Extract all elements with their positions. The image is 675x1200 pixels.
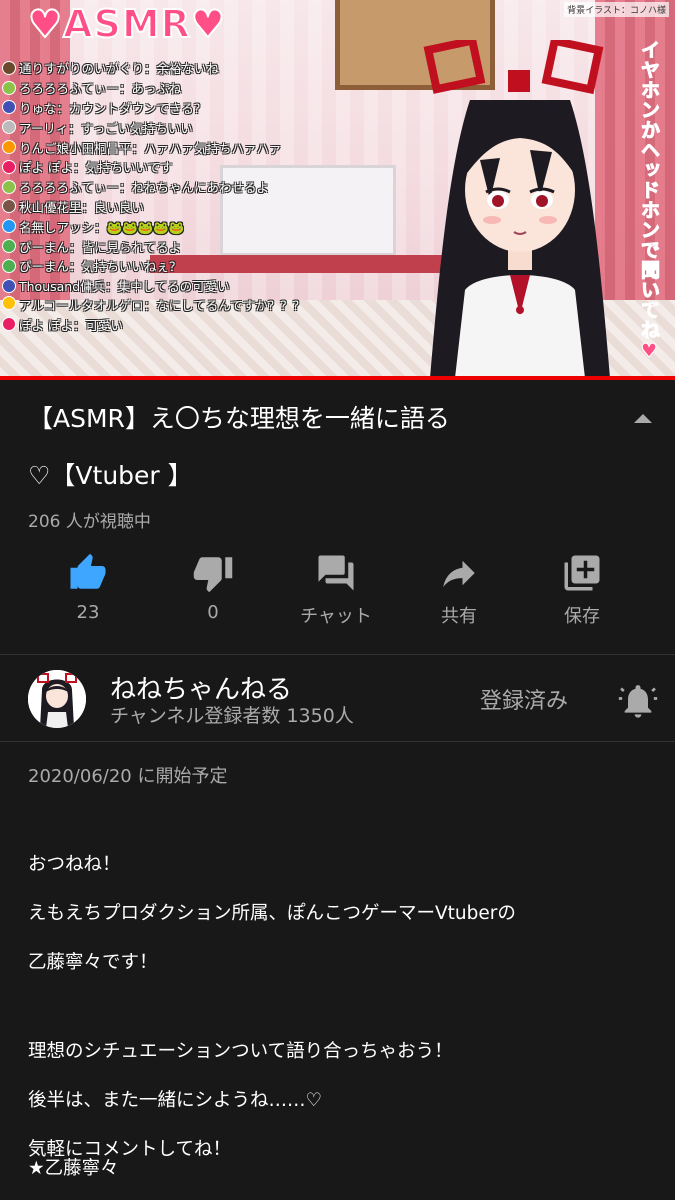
save-button[interactable]: 保存 (532, 552, 632, 632)
chat-user-avatar-icon (2, 120, 16, 135)
chat-message-text: 通りすがりのいがぐり：余裕ないね (19, 61, 220, 77)
app-screen: ♥ASMR♥ 背景イラスト：コノハ様 イヤホンかヘッドホンで聞いてね♥ 通りすが… (0, 0, 675, 1200)
video-description: 2020/06/20 に開始予定 おつねね！ えもえちプロダクション所属、ぽんこ… (28, 762, 648, 1200)
channel-row[interactable]: ねねちゃんねる チャンネル登録者数 1350人 登録済み (0, 655, 675, 741)
playlist-add-icon (564, 555, 600, 591)
share-label: 共有 (441, 606, 477, 627)
description-signature: ★乙藤寧々 (28, 1158, 119, 1179)
description-line: 乙藤寧々です！ (28, 952, 158, 973)
chat-message: ろろろろふてぃー：あっぷね (2, 78, 402, 98)
chat-button[interactable]: チャット (286, 552, 386, 632)
vtuber-avatar-image (410, 40, 630, 378)
viewer-count: 206 人が視聴中 (28, 512, 151, 532)
collapse-description-icon[interactable] (634, 414, 652, 423)
chat-user-avatar-icon (2, 199, 16, 214)
chat-message-text: りんご娘小田桐昌平：ハァハァ気持ちハァハァ (19, 140, 282, 156)
chat-message: Thousand傭兵：集中してるの可愛い (2, 276, 402, 296)
background-credit: 背景イラスト：コノハ様 (564, 2, 669, 17)
video-player[interactable]: ♥ASMR♥ 背景イラスト：コノハ様 イヤホンかヘッドホンで聞いてね♥ 通りすが… (0, 0, 675, 378)
description-line: 気軽にコメントしてね！ (28, 1139, 231, 1160)
chat-message-text: 名無しアッシ：🐸🐸🐸🐸🐸 (19, 219, 185, 235)
like-button[interactable]: 23 (38, 552, 138, 632)
chat-user-avatar-icon (2, 317, 16, 332)
dislike-button[interactable]: 0 (163, 552, 263, 632)
chat-user-avatar-icon (2, 159, 16, 174)
asmr-overlay-title: ♥ASMR♥ (27, 1, 226, 47)
chat-user-avatar-icon (2, 100, 16, 115)
chat-message: ぴーまん：皆に見られてるよ (2, 236, 402, 256)
channel-avatar[interactable] (28, 670, 86, 728)
chat-message-text: ろろろろふてぃー：ねねちゃんにあわせるよ (19, 180, 270, 196)
chat-message: 名無しアッシ：🐸🐸🐸🐸🐸 (2, 216, 402, 236)
chat-message-text: Thousand傭兵：集中してるの可愛い (19, 279, 230, 295)
chat-message-text: アーリィ：すっごい気持ちいい (19, 120, 193, 136)
chat-message: ぽよ ぽよ：可愛い (2, 315, 402, 335)
chat-user-avatar-icon (2, 258, 16, 273)
description-line: えもえちプロダクション所属、ぽんこつゲーマーVtuberの (28, 903, 516, 924)
description-paragraph-2: 理想のシチュエーションついて語り合っちゃおう！ 後半は、また一緒にシようね……♡… (28, 1027, 648, 1174)
chat-message-text: りゅな：カウントダウンできる？ (19, 100, 207, 116)
earphone-note: イヤホンかヘッドホンで聞いてね♥ (638, 40, 661, 364)
thumbs-up-icon (70, 553, 106, 589)
chat-user-avatar-icon (2, 140, 16, 155)
chat-icon (318, 555, 354, 591)
description-body: おつねね！ えもえちプロダクション所属、ぽんこつゲーマーVtuberの 乙藤寧々… (28, 840, 648, 1174)
chat-message-text: ろろろろふてぃー：あっぷね (19, 81, 182, 97)
description-paragraph-1: おつねね！ えもえちプロダクション所属、ぽんこつゲーマーVtuberの 乙藤寧々… (28, 840, 648, 987)
notification-bell-icon[interactable] (618, 681, 658, 721)
chat-message: アーリィ：すっごい気持ちいい (2, 117, 402, 137)
chat-user-avatar-icon (2, 219, 16, 234)
chat-overlay: 通りすがりのいがぐり：余裕ないね ろろろろふてぃー：あっぷねりゅな：カウントダウン… (2, 58, 402, 334)
chat-user-avatar-icon (2, 80, 16, 95)
chat-user-avatar-icon (2, 239, 16, 254)
dislike-count: 0 (207, 602, 219, 623)
description-line: おつねね！ (28, 854, 121, 875)
chat-message-text: ぴーまん：気持ちいいねぇ？ (19, 259, 182, 275)
description-line: 後半は、また一緒にシようね……♡ (28, 1090, 323, 1111)
description-line: 理想のシチュエーションついて語り合っちゃおう！ (28, 1041, 453, 1062)
chat-message: りゅな：カウントダウンできる？ (2, 98, 402, 118)
video-title: 【ASMR】え〇ちな理想を一緒に語る (28, 404, 450, 433)
like-count: 23 (76, 602, 100, 623)
chat-user-avatar-icon (2, 278, 16, 293)
subscriber-count: チャンネル登録者数 1350人 (110, 705, 354, 727)
share-icon (443, 560, 475, 587)
chat-message-text: ぽよ ぽよ：気持ちいいです (19, 160, 173, 176)
chat-user-avatar-icon (2, 295, 16, 310)
scheduled-start: 2020/06/20 に開始予定 (28, 766, 228, 787)
divider (0, 741, 675, 742)
chat-message-text: アルコールタオルゲロ：なにしてるんですか？？？ (19, 297, 306, 313)
chat-message: 秋山優花里：良い良い (2, 197, 402, 217)
chat-message: りんご娘小田桐昌平：ハァハァ気持ちハァハァ (2, 137, 402, 157)
chat-label: チャット (300, 606, 372, 627)
chat-message-text: ぴーまん：皆に見られてるよ (19, 239, 182, 255)
action-bar: 23 0 チャット 共有 保存 (28, 552, 648, 632)
live-progress-bar (0, 376, 675, 380)
chat-message: ぴーまん：気持ちいいねぇ？ (2, 256, 402, 276)
video-title-line2: ♡【Vtuber 】 (28, 461, 193, 490)
chat-message: アルコールタオルゲロ：なにしてるんですか？？？ (2, 295, 402, 315)
chat-message-text: 秋山優花里：良い良い (19, 199, 145, 215)
share-button[interactable]: 共有 (409, 552, 509, 632)
subscribed-button[interactable]: 登録済み (480, 683, 568, 715)
save-label: 保存 (564, 606, 600, 627)
thumbs-down-icon (193, 557, 233, 593)
chat-message-text: ぽよ ぽよ：可愛い (19, 317, 123, 333)
chat-message: ぽよ ぽよ：気持ちいいです (2, 157, 402, 177)
chat-message: ろろろろふてぃー：ねねちゃんにあわせるよ (2, 177, 402, 197)
chat-message: 通りすがりのいがぐり：余裕ないね (2, 58, 402, 78)
chat-user-avatar-icon (2, 60, 16, 75)
chat-user-avatar-icon (2, 179, 16, 194)
